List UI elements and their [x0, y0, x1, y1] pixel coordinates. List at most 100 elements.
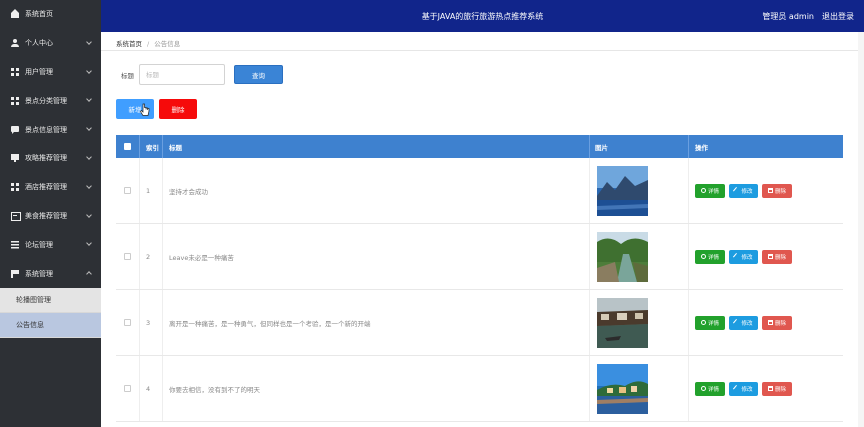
- sidebar-item-6[interactable]: 酒店推荐管理: [0, 173, 101, 202]
- row-edit-button[interactable]: 修改: [729, 249, 758, 264]
- row-delete-button[interactable]: 删除: [762, 315, 792, 330]
- trash-icon: [767, 188, 773, 193]
- chevron-down-icon: [86, 67, 92, 74]
- flag-icon: [11, 269, 19, 278]
- breadcrumb-current: 公告信息: [154, 40, 181, 48]
- batch-delete-button[interactable]: 删除: [159, 99, 197, 119]
- chevron-down-icon: [86, 125, 92, 132]
- sidebar-item-label: 用户管理: [25, 67, 53, 76]
- chevron-down-icon: [86, 96, 92, 103]
- row-edit-label: 修改: [741, 254, 753, 261]
- user-label: 管理员 admin: [762, 12, 814, 21]
- row-image-cell: [590, 356, 689, 421]
- row-delete-button[interactable]: 删除: [762, 381, 792, 396]
- sidebar-item-4[interactable]: 景点信息管理: [0, 115, 101, 144]
- sidebar-subitem-1[interactable]: 公告信息: [0, 312, 101, 338]
- search-icon: [700, 188, 706, 193]
- row-edit-button[interactable]: 修改: [729, 183, 758, 198]
- sidebar-item-8[interactable]: 论坛管理: [0, 230, 101, 259]
- breadcrumb-home[interactable]: 系统首页: [116, 40, 142, 48]
- row-delete-label: 删除: [774, 254, 786, 261]
- sidebar-item-7[interactable]: 美食推荐管理: [0, 202, 101, 231]
- search-icon: [700, 320, 706, 325]
- row-checkbox[interactable]: [124, 385, 131, 392]
- chevron-up-icon: [86, 271, 92, 278]
- row-delete-label: 删除: [774, 386, 786, 393]
- row-checkbox[interactable]: [124, 187, 131, 194]
- row-delete-button[interactable]: 删除: [762, 183, 792, 198]
- sidebar-subitem-0[interactable]: 轮播图管理: [0, 287, 101, 313]
- sidebar-item-label: 个人中心: [25, 39, 53, 48]
- chevron-down-icon: [86, 240, 92, 247]
- table-row: 2 Leave未必是一种痛苦 详情 修改 删除: [116, 224, 843, 290]
- grid-icon: [11, 96, 19, 105]
- search-icon: [700, 386, 706, 391]
- breadcrumb-separator: /: [147, 40, 150, 48]
- logout-link[interactable]: 退出登录: [822, 11, 854, 22]
- sidebar: 系统首页个人中心用户管理景点分类管理 景点信息管理 攻略推荐管理酒店推荐管理 美食推荐…: [0, 0, 101, 427]
- row-detail-button[interactable]: 详情: [695, 183, 725, 198]
- row-index: 3: [140, 290, 163, 355]
- row-detail-button[interactable]: 详情: [695, 381, 725, 396]
- row-operations: 详情 修改 删除: [689, 290, 843, 355]
- row-delete-label: 删除: [774, 320, 786, 327]
- query-button[interactable]: 查询: [234, 65, 283, 84]
- search-title-label: 标题: [121, 72, 134, 80]
- row-detail-label: 详情: [707, 254, 719, 261]
- row-thumbnail-image: [597, 363, 648, 414]
- row-checkbox[interactable]: [124, 319, 131, 326]
- sidebar-item-label: 系统管理: [25, 269, 53, 278]
- sidebar-item-9[interactable]: 系统管理: [0, 259, 101, 288]
- page-scrollbar[interactable]: [858, 32, 864, 427]
- row-operations: 详情 修改 删除: [689, 356, 843, 421]
- row-edit-button[interactable]: 修改: [729, 315, 758, 330]
- sidebar-item-label: 酒店推荐管理: [25, 183, 67, 192]
- row-checkbox-cell: [116, 224, 140, 289]
- chevron-down-icon: [86, 182, 92, 189]
- row-edit-label: 修改: [741, 188, 753, 195]
- sidebar-item-label: 美食推荐管理: [25, 211, 67, 220]
- monitor-icon: [11, 154, 19, 163]
- sidebar-item-label: 系统首页: [25, 10, 53, 19]
- row-title: 你要去相信，没有到不了的明天: [163, 356, 590, 421]
- header-operations: 操作: [695, 143, 708, 152]
- row-edit-button[interactable]: 修改: [729, 381, 758, 396]
- sidebar-item-5[interactable]: 攻略推荐管理: [0, 144, 101, 173]
- sidebar-item-3[interactable]: 景点分类管理: [0, 86, 101, 115]
- trash-icon: [767, 386, 773, 391]
- row-image-cell: [590, 224, 689, 289]
- sidebar-item-1[interactable]: 个人中心: [0, 29, 101, 58]
- chevron-down-icon: [86, 154, 92, 160]
- row-detail-label: 详情: [707, 386, 719, 393]
- row-image-cell: [590, 158, 689, 223]
- row-thumbnail-image: [597, 231, 648, 282]
- select-all-checkbox[interactable]: [124, 143, 131, 150]
- row-delete-button[interactable]: 删除: [762, 249, 792, 264]
- edit-icon: [733, 384, 741, 393]
- row-detail-button[interactable]: 详情: [695, 249, 725, 264]
- chevron-down-icon: [86, 38, 92, 45]
- breadcrumb: 系统首页 / 公告信息: [116, 38, 180, 48]
- app-title: 基于JAVA的旅行旅游热点推荐系统: [421, 12, 544, 21]
- sidebar-item-2[interactable]: 用户管理: [0, 58, 101, 87]
- row-detail-button[interactable]: 详情: [695, 315, 725, 330]
- sidebar-item-0[interactable]: 系统首页: [0, 0, 101, 29]
- row-detail-label: 详情: [707, 320, 719, 327]
- breadcrumb-divider: [101, 50, 864, 51]
- table-row: 4 你要去相信，没有到不了的明天 详情 修改 删除: [116, 356, 843, 422]
- row-detail-label: 详情: [707, 188, 719, 195]
- row-index: 2: [140, 224, 163, 289]
- row-operations: 详情 修改 删除: [689, 158, 843, 223]
- house-icon: [11, 9, 19, 19]
- row-checkbox[interactable]: [124, 253, 131, 260]
- select-all-cell: [116, 135, 140, 158]
- table-header: 索引 标题 图片 操作: [116, 135, 843, 158]
- notice-table: 索引 标题 图片 操作 1 坚持才会成功 详情 修改 删除 2 Leave未必是一种痛苦 详情…: [116, 135, 843, 422]
- user-icon: [11, 39, 19, 48]
- grid-icon: [11, 67, 19, 76]
- row-thumbnail-image: [597, 297, 648, 348]
- row-edit-label: 修改: [741, 320, 753, 327]
- header-image: 图片: [590, 135, 689, 158]
- chevron-down-icon: [86, 211, 92, 218]
- search-title-input[interactable]: [139, 64, 225, 85]
